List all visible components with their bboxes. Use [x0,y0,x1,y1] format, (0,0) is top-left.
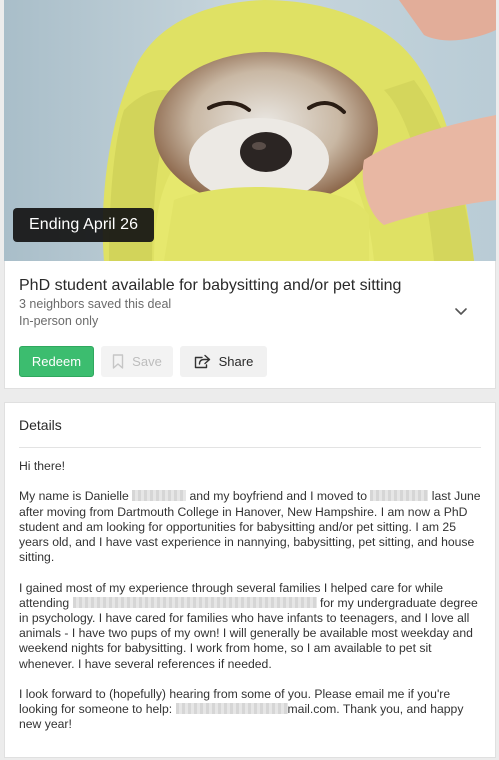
details-greeting: Hi there! [19,459,66,473]
redacted-location [370,490,429,502]
share-button[interactable]: Share [180,346,267,377]
save-button-label: Save [132,354,162,369]
deal-title: PhD student available for babysitting an… [19,277,402,294]
deal-hero-image: Ending April 26 [4,0,496,261]
redacted-email [175,703,288,715]
redeem-button[interactable]: Redeem [19,346,94,377]
details-paragraph-2: I gained most of my experience through s… [19,581,481,672]
details-paragraph-1: My name is Danielle and my boyfriend and… [19,489,481,565]
redeem-button-label: Redeem [31,354,82,369]
saved-count: 3 neighbors saved this deal [19,297,172,311]
chevron-down-icon[interactable] [454,305,468,319]
redacted-surname [132,490,187,502]
deal-mode: In-person only [19,314,99,328]
share-button-label: Share [218,354,254,369]
bookmark-icon [112,354,124,369]
details-text: My name is Danielle [19,489,129,504]
share-icon [194,354,210,369]
details-heading: Details [19,417,62,433]
redacted-school [72,596,317,608]
details-paragraph-3: I look forward to (hopefully) hearing fr… [19,687,481,733]
save-button[interactable]: Save [101,346,173,377]
details-divider [19,447,481,448]
details-text: and my boyfriend and I moved to [189,489,368,504]
deal-summary-card: PhD student available for babysitting an… [4,261,496,389]
details-body: Hi there! My name is Danielle and my boy… [19,459,481,748]
details-card: Details Hi there! My name is Danielle an… [4,402,496,758]
ending-date-badge: Ending April 26 [13,208,155,242]
